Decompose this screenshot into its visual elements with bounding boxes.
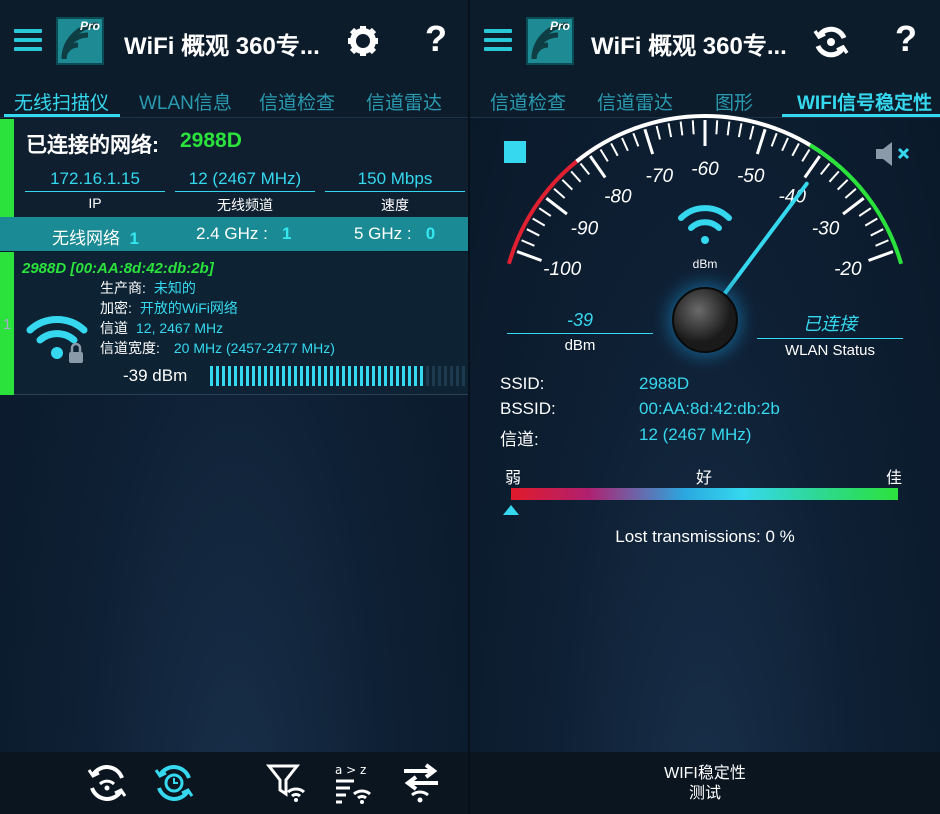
wlan-status-value: 已连接: [757, 310, 903, 339]
wlan-status-label: WLAN Status: [784, 342, 876, 359]
gauge-tick: [770, 132, 778, 147]
gauge-tick: [691, 120, 695, 135]
bssid-value: 00:AA:8d:42:db:2b: [639, 399, 780, 418]
gauge-tick: [679, 121, 684, 136]
gauge-tick: [844, 188, 857, 199]
stability-test-button[interactable]: WIFI稳定性 测试: [470, 764, 940, 804]
stop-icon[interactable]: [504, 141, 526, 163]
gauge-tick-label: -30: [812, 218, 840, 239]
dbm-value: -39: [507, 310, 653, 334]
gauge-tick-label: -60: [691, 159, 719, 180]
gauge-tick: [655, 125, 661, 140]
gauge-tick: [858, 207, 872, 217]
gauge-tick: [803, 155, 821, 179]
gauge-tick: [828, 170, 840, 183]
gauge-tick: [553, 188, 566, 199]
quality-bar: [511, 488, 898, 500]
gauge-tick: [867, 250, 894, 262]
dbm-label: dBm: [564, 337, 596, 354]
dbm-readout: -39 dBm: [507, 310, 653, 354]
gauge-tick: [545, 197, 568, 216]
gauge-tick: [610, 142, 619, 157]
screen: Pro WiFi 概观 360专... ? 无线扫描仪 WLAN信息 信道检查 …: [0, 0, 940, 814]
gauge-tick: [755, 128, 767, 155]
gauge-tick-label: -80: [604, 186, 632, 207]
gauge-tick: [875, 239, 889, 247]
gauge-tick-label: -70: [646, 166, 674, 187]
gauge-tick: [526, 228, 540, 237]
gauge-tick: [516, 250, 543, 262]
quality-marker: [503, 505, 519, 515]
gauge-tick: [579, 162, 590, 176]
gauge-tick: [836, 179, 849, 191]
gauge-wifi-icon-dot: [701, 236, 709, 244]
gauge-tick: [726, 121, 731, 136]
gauge-tick: [521, 239, 535, 247]
gauge-tick: [715, 120, 719, 135]
quality-best-label: 佳: [886, 470, 903, 487]
gauge-tick: [589, 155, 607, 179]
stability-test-line1: WIFI稳定性: [664, 765, 746, 782]
gauge-tick: [643, 128, 655, 155]
gauge-tick: [632, 132, 640, 147]
ssid-value: 2988D: [639, 374, 690, 393]
gauge-tick: [570, 170, 582, 183]
signal-gauge: -100-90-80-70-60-50-40-30-20dBm: [506, 114, 904, 376]
channel-label: 信道:: [500, 430, 539, 449]
wlan-status: 已连接 WLAN Status: [757, 310, 903, 359]
gauge-tick: [667, 123, 673, 138]
gauge-wifi-icon-arc: [678, 205, 732, 221]
ssid-label: SSID:: [500, 374, 545, 393]
bssid-label: BSSID:: [500, 399, 556, 418]
stability-test-line2: 测试: [688, 785, 721, 802]
lost-transmissions: Lost transmissions: 0 %: [615, 527, 795, 546]
gauge-tick-label: -100: [543, 259, 581, 280]
gauge-tick: [781, 137, 789, 152]
gauge-tick: [532, 217, 546, 227]
gauge-tick: [820, 162, 831, 176]
gauge-tick: [599, 148, 609, 162]
quality-good-label: 好: [696, 470, 713, 487]
gauge-tick-label: -50: [737, 166, 765, 187]
gauge-tick-label: -90: [571, 218, 599, 239]
gauge-tick: [801, 148, 811, 162]
mute-icon[interactable]: [874, 140, 914, 173]
quality-weak-label: 弱: [505, 470, 522, 487]
gauge-tick: [842, 197, 865, 216]
gauge-tick: [870, 228, 884, 237]
gauge-tick: [864, 217, 878, 227]
gauge-hub-knob: [672, 287, 738, 353]
gauge-tick: [791, 142, 800, 157]
gauge-wifi-icon-arc: [688, 219, 722, 231]
gauge-tick: [561, 179, 574, 191]
bottom-toolbar: WIFI稳定性 测试: [470, 752, 940, 814]
gauge-tick: [737, 123, 743, 138]
channel-value: 12 (2467 MHz): [639, 425, 752, 444]
gauge-tick: [749, 125, 755, 140]
gauge-tick: [538, 207, 552, 217]
gauge-tick-label: -20: [834, 259, 862, 280]
gauge-tick: [621, 137, 629, 152]
